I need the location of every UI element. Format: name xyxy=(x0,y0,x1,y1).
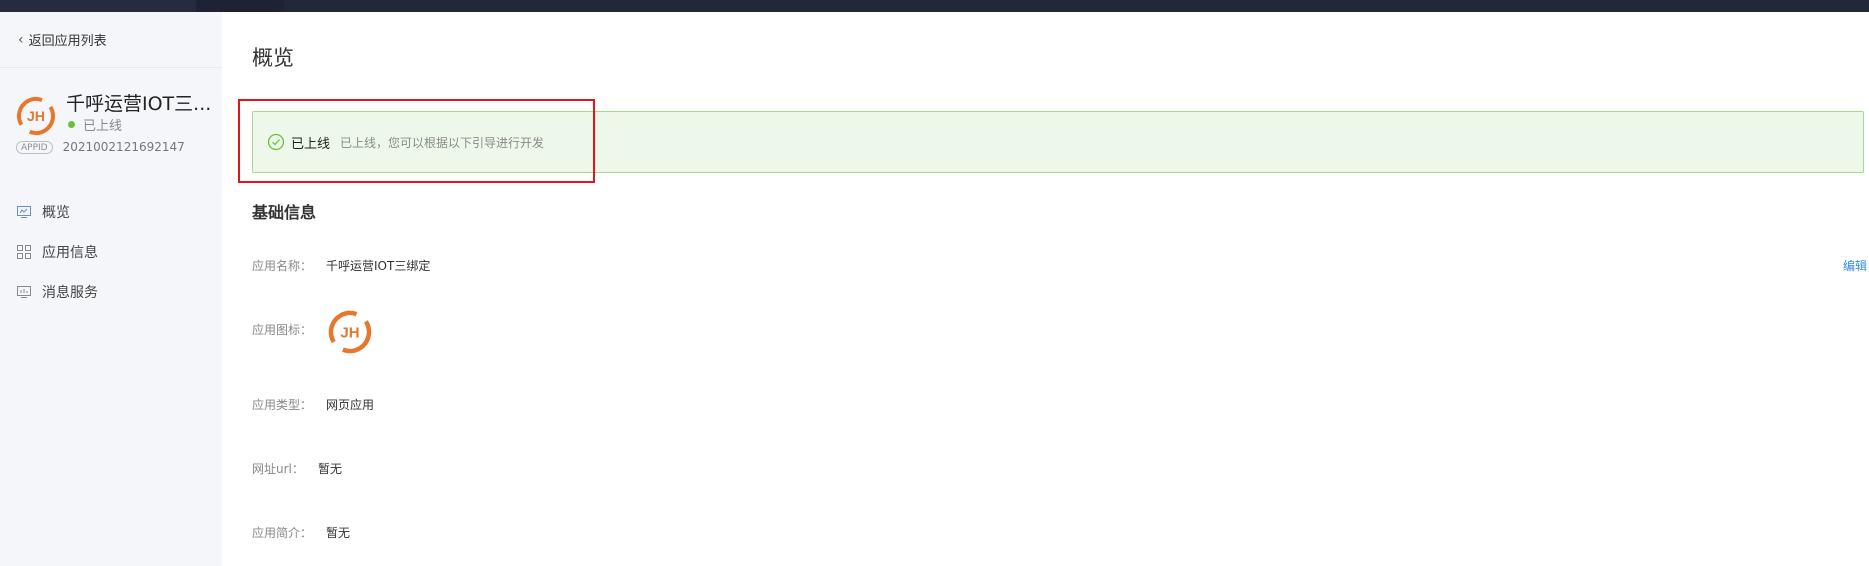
field-label-description: 应用简介： xyxy=(252,526,313,540)
chevron-left-icon: ‹ xyxy=(18,31,24,48)
field-value-url: 暂无 xyxy=(318,462,343,476)
highlight-box xyxy=(238,99,595,183)
sidebar-item-label: 概览 xyxy=(42,205,70,221)
field-label-app-type: 应用类型： xyxy=(252,398,313,412)
appid-row: APPID 2021002121692147 xyxy=(16,140,185,154)
field-label-app-icon: 应用图标： xyxy=(252,323,313,337)
monitor-icon xyxy=(17,206,31,218)
status-dot-icon xyxy=(68,121,75,128)
sidebar-item-label: 消息服务 xyxy=(42,285,98,301)
svg-text:JH: JH xyxy=(340,325,359,342)
main-content: 概览 已上线 已上线，您可以根据以下引导进行开发 基础信息 应用名称： 千呼运营… xyxy=(222,12,1869,566)
field-label-url: 网址url： xyxy=(252,462,304,476)
sidebar: ‹ 返回应用列表 JH 千呼运营IOT三... 已上线 APPID 202100… xyxy=(0,12,222,566)
field-value-app-type: 网页应用 xyxy=(326,398,375,412)
grid-icon xyxy=(17,245,31,259)
divider xyxy=(0,67,222,68)
sidebar-item-overview[interactable]: 概览 xyxy=(16,202,70,222)
page-title: 概览 xyxy=(252,46,294,70)
field-value-description: 暂无 xyxy=(326,526,351,540)
appid-badge: APPID xyxy=(16,140,53,154)
section-title: 基础信息 xyxy=(252,203,317,222)
sidebar-item-label: 应用信息 xyxy=(42,245,98,261)
svg-text:JH: JH xyxy=(27,108,45,124)
top-bar xyxy=(0,0,1869,12)
app-icon-image: JH xyxy=(328,310,372,354)
field-label-app-name: 应用名称： xyxy=(252,259,313,273)
app-logo-icon: JH xyxy=(17,97,55,135)
edit-link[interactable]: 编辑 xyxy=(1843,257,1867,274)
app-name: 千呼运营IOT三... xyxy=(66,93,212,115)
top-bar-segment xyxy=(0,0,196,12)
back-to-app-list-link[interactable]: ‹ 返回应用列表 xyxy=(18,30,107,50)
appid-value: 2021002121692147 xyxy=(62,140,185,154)
app-status: 已上线 xyxy=(68,115,122,134)
top-bar-segment xyxy=(284,0,1869,12)
field-value-app-name: 千呼运营IOT三绑定 xyxy=(326,259,431,273)
sidebar-item-app-info[interactable]: 应用信息 xyxy=(16,242,98,262)
back-label: 返回应用列表 xyxy=(28,34,107,49)
sidebar-item-message-service[interactable]: 消息服务 xyxy=(16,282,98,302)
chart-icon xyxy=(17,286,31,298)
app-status-label: 已上线 xyxy=(83,119,123,134)
